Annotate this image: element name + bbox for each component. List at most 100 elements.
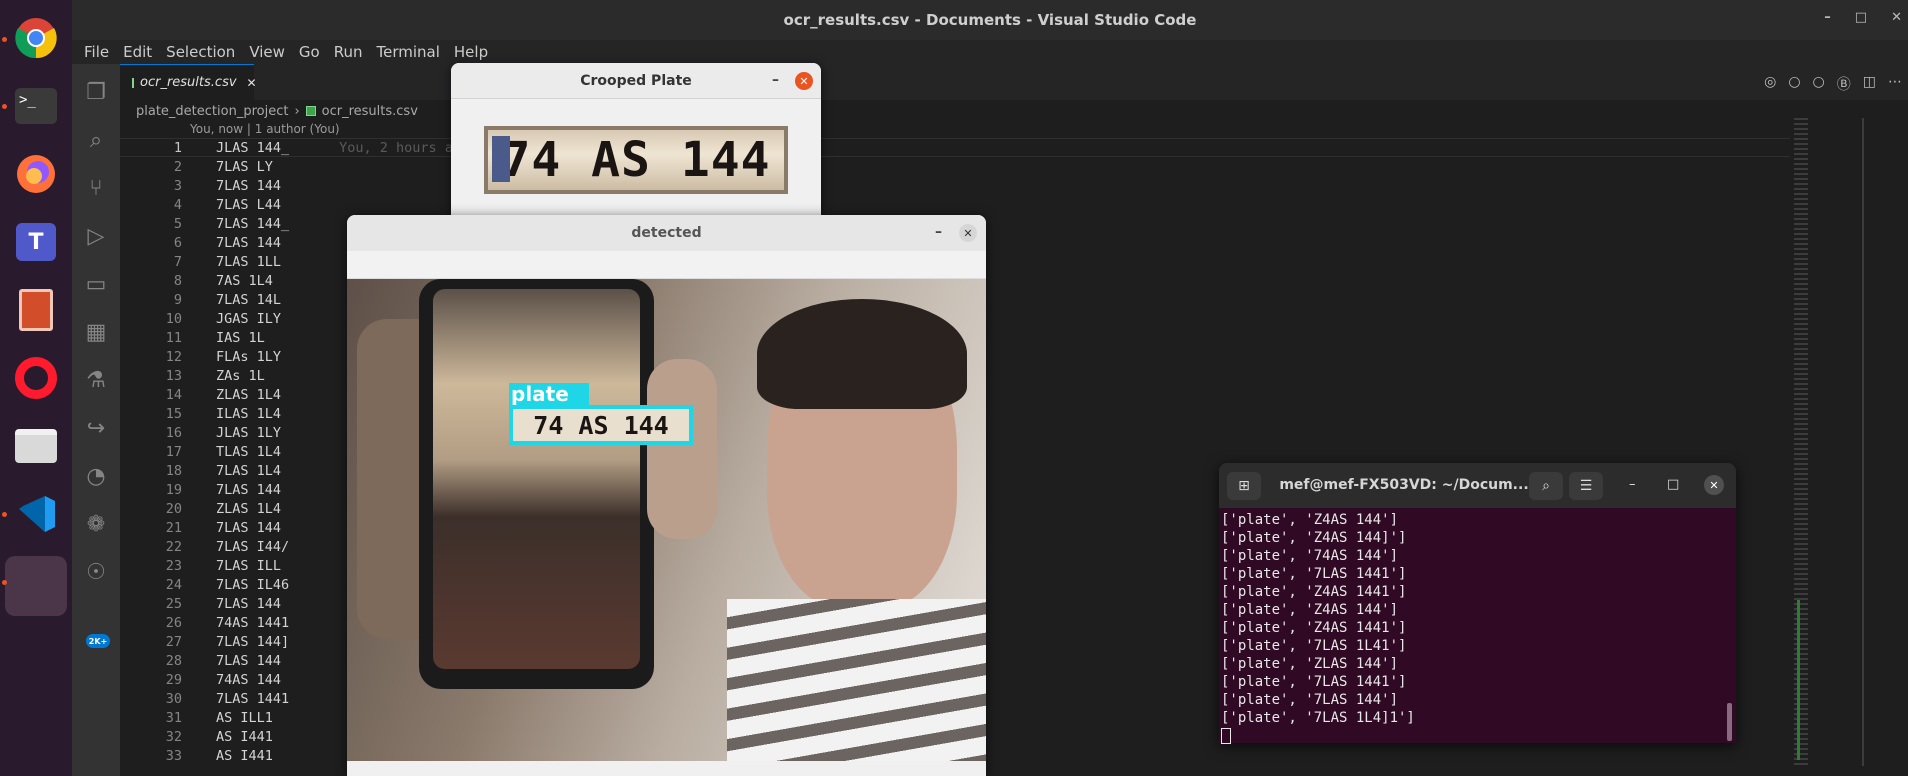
next-change-icon[interactable]: ○ <box>1813 74 1825 94</box>
breadcrumb-folder[interactable]: plate_detection_project <box>136 104 288 119</box>
close-icon[interactable]: ✕ <box>1891 10 1902 25</box>
line-text[interactable]: 7LAS 144 <box>216 596 281 612</box>
line-text[interactable]: AS ILL1 <box>216 710 273 726</box>
menu-file[interactable]: File <box>78 43 115 61</box>
line-text[interactable]: 7LAS 1LL <box>216 254 281 270</box>
active-app-icon[interactable] <box>5 556 67 616</box>
minimize-icon[interactable]: – <box>935 224 942 240</box>
line-number: 26 <box>165 614 182 631</box>
menu-run[interactable]: Run <box>328 43 369 61</box>
line-text[interactable]: 7LAS 144 <box>216 653 281 669</box>
git-graph-icon[interactable]: ☉ <box>82 558 110 586</box>
close-icon[interactable]: ✕ <box>1704 475 1724 495</box>
new-tab-icon[interactable]: ⊞ <box>1227 472 1261 500</box>
remote-explorer-icon[interactable]: ▭ <box>82 270 110 298</box>
line-text[interactable]: FLAs 1LY <box>216 349 281 365</box>
split-editor-icon[interactable]: ◫ <box>1863 74 1876 94</box>
line-text[interactable]: AS I441 <box>216 748 273 764</box>
source-control-icon[interactable]: ⑂ <box>82 174 110 202</box>
editor-scrollbar[interactable] <box>1862 118 1864 766</box>
timeline-icon[interactable]: ◔ <box>82 462 110 490</box>
previous-change-icon[interactable]: ○ <box>1788 74 1800 94</box>
opera-icon[interactable] <box>8 350 64 406</box>
line-text[interactable]: 7LAS 144 <box>216 520 281 536</box>
breadcrumb-file[interactable]: ocr_results.csv <box>322 104 418 119</box>
line-text[interactable]: 7LAS 1L4 <box>216 463 281 479</box>
terminal-titlebar[interactable]: ⊞ mef@mef-FX503VD: ~/Docum... ⌕ ☰ – □ ✕ <box>1219 463 1736 508</box>
teams-icon[interactable]: T <box>8 214 64 270</box>
line-text[interactable]: JLAS 144_ <box>216 140 289 156</box>
line-text[interactable]: 74AS 1441 <box>216 615 289 631</box>
line-text[interactable]: 74AS 144 <box>216 672 281 688</box>
detected-titlebar[interactable]: detected – ✕ <box>347 215 986 251</box>
line-text[interactable]: 7LAS 1441 <box>216 691 289 707</box>
line-number: 13 <box>165 367 182 384</box>
more-actions-icon[interactable]: ⋯ <box>1888 74 1902 94</box>
extensions-icon[interactable]: ▦ <box>82 318 110 346</box>
line-text[interactable]: 7LAS 144 <box>216 235 281 251</box>
terminal-scrollbar[interactable] <box>1727 703 1732 741</box>
code-line[interactable]: 1 JLAS 144_ You, 2 hours ago <box>120 138 1820 157</box>
line-text[interactable]: 7LAS IL46 <box>216 577 289 593</box>
live-share-icon[interactable]: ↪ <box>82 414 110 442</box>
run-debug-icon[interactable]: ▷ <box>82 222 110 250</box>
code-line[interactable]: 2 7LAS LY <box>120 157 1820 176</box>
tab-ocr-results[interactable]: ocr_results.csv ✕ <box>120 64 257 100</box>
code-line[interactable]: 4 7LAS L44 <box>120 195 1820 214</box>
code-line[interactable]: 3 7LAS 144 <box>120 176 1820 195</box>
maximize-icon[interactable]: □ <box>1667 477 1679 492</box>
terminal-icon[interactable]: >_ <box>8 78 64 134</box>
line-text[interactable]: ILAS 1L4 <box>216 406 281 422</box>
impress-icon[interactable] <box>8 282 64 338</box>
line-text[interactable]: 7LAS ILL <box>216 558 281 574</box>
line-text[interactable]: JGAS ILY <box>216 311 281 327</box>
line-text[interactable]: 7LAS 144 <box>216 482 281 498</box>
firefox-icon[interactable] <box>8 146 64 202</box>
menu-view[interactable]: View <box>243 43 291 61</box>
testing-icon[interactable]: ⚗ <box>82 366 110 394</box>
cropped-plate-title: Crooped Plate <box>580 72 692 89</box>
line-text[interactable]: 7LAS 144 <box>216 178 281 194</box>
line-text[interactable]: ZAs 1L <box>216 368 265 384</box>
line-text[interactable]: 7LAS LY <box>216 159 273 175</box>
line-text[interactable]: 7LAS 144_ <box>216 216 289 232</box>
line-text[interactable]: JLAS 1LY <box>216 425 281 441</box>
minimize-icon[interactable]: – <box>772 72 779 88</box>
line-text[interactable]: ZLAS 1L4 <box>216 387 281 403</box>
files-icon[interactable] <box>8 418 64 474</box>
line-text[interactable]: 7AS 1L4 <box>216 273 273 289</box>
menu-terminal[interactable]: Terminal <box>371 43 446 61</box>
cropped-plate-titlebar[interactable]: Crooped Plate – ✕ <box>451 63 821 99</box>
compare-icon[interactable]: ◎ <box>1764 74 1776 94</box>
line-text[interactable]: 7LAS I44/ <box>216 539 289 555</box>
line-text[interactable]: 7LAS L44 <box>216 197 281 213</box>
tab-close-icon[interactable]: ✕ <box>247 76 257 90</box>
line-text[interactable]: IAS 1L <box>216 330 265 346</box>
menu-help[interactable]: Help <box>448 43 494 61</box>
minimize-icon[interactable]: – <box>1629 477 1636 492</box>
menu-edit[interactable]: Edit <box>117 43 158 61</box>
line-text[interactable]: 7LAS 144] <box>216 634 289 650</box>
close-icon[interactable]: ✕ <box>959 224 977 242</box>
close-icon[interactable]: ✕ <box>795 72 813 90</box>
terminal-output[interactable]: ['plate', 'Z4AS 144'] ['plate', 'Z4AS 144… <box>1219 511 1736 744</box>
hamburger-menu-icon[interactable]: ☰ <box>1569 472 1603 500</box>
line-text[interactable]: AS I441 <box>216 729 273 745</box>
cropped-plate-image: 74 AS 144 <box>484 126 788 194</box>
line-text[interactable]: ZLAS 1L4 <box>216 501 281 517</box>
line-text[interactable]: TLAS 1L4 <box>216 444 281 460</box>
line-text[interactable]: 7LAS 14L <box>216 292 281 308</box>
docker-icon[interactable]: ❁ <box>82 510 110 538</box>
codelens-blame[interactable]: You, now | 1 author (You) <box>190 122 340 136</box>
search-icon[interactable]: ⌕ <box>1529 472 1563 500</box>
explorer-icon[interactable]: ❐ <box>82 78 110 106</box>
cropped-plate-window: Crooped Plate – ✕ 74 AS 144 <box>451 63 821 215</box>
chrome-icon[interactable] <box>8 10 64 66</box>
menu-selection[interactable]: Selection <box>160 43 241 61</box>
search-icon[interactable]: ⌕ <box>82 126 110 154</box>
vscode-icon[interactable] <box>8 486 64 542</box>
toggle-blame-icon[interactable]: Ⓑ <box>1837 74 1851 94</box>
maximize-icon[interactable]: □ <box>1855 10 1867 25</box>
menu-go[interactable]: Go <box>293 43 326 61</box>
minimize-icon[interactable]: – <box>1824 10 1831 25</box>
